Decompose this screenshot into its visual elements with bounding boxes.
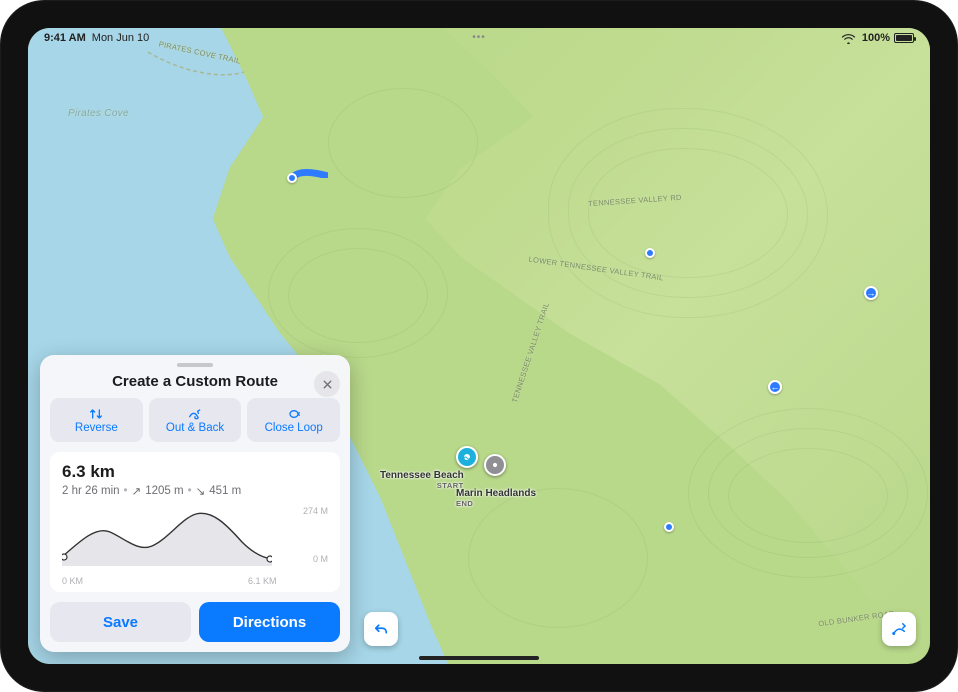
route-tools-row: Reverse Out & Back Close Loop — [50, 398, 340, 442]
close-icon — [322, 379, 333, 390]
screen: → ← Pirates Cove PIRATES COVE TRAIL TENN… — [28, 28, 930, 664]
elevation-chart-svg — [62, 506, 272, 566]
arrow-up-icon: ↗ — [132, 484, 142, 498]
out-and-back-button[interactable]: Out & Back — [149, 398, 242, 442]
card-title: Create a Custom Route — [112, 373, 278, 390]
route-options-icon — [890, 620, 908, 638]
arrow-down-icon: ↘ — [196, 484, 206, 498]
route-stats: 6.3 km 2 hr 26 min• ↗1205 m• ↘451 m 274 … — [50, 452, 340, 592]
home-indicator[interactable] — [419, 656, 539, 660]
route-options-button[interactable] — [882, 612, 916, 646]
ipad-frame: → ← Pirates Cove PIRATES COVE TRAIL TENN… — [0, 0, 958, 692]
start-pin[interactable] — [456, 446, 478, 468]
close-loop-icon — [286, 407, 302, 421]
action-row: Save Directions — [50, 602, 340, 642]
wifi-icon — [841, 33, 856, 44]
out-back-icon — [187, 407, 203, 421]
status-time: 9:41 AM — [44, 32, 86, 44]
route-detail: 2 hr 26 min• ↗1205 m• ↘451 m — [62, 484, 328, 498]
end-pin-label: Marin Headlands END — [456, 488, 536, 508]
battery-indicator: 100% — [862, 32, 914, 44]
close-button[interactable] — [314, 371, 340, 397]
route-direction-icon: ← — [768, 380, 782, 394]
undo-icon — [372, 620, 390, 638]
card-grabber[interactable] — [177, 363, 213, 367]
elevation-chart: 274 M 0 M 0 KM 6.1 KM — [62, 506, 328, 586]
save-button[interactable]: Save — [50, 602, 191, 642]
start-pin-label: Tennessee Beach START — [380, 470, 464, 490]
route-waypoint — [645, 248, 655, 258]
end-pin[interactable] — [484, 454, 506, 476]
reverse-icon — [88, 407, 104, 421]
water-label: Pirates Cove — [68, 108, 129, 119]
route-card: Create a Custom Route Reverse Out & Back… — [40, 355, 350, 652]
close-loop-button[interactable]: Close Loop — [247, 398, 340, 442]
route-waypoint — [664, 522, 674, 532]
status-date: Mon Jun 10 — [92, 32, 149, 44]
reverse-button[interactable]: Reverse — [50, 398, 143, 442]
undo-button[interactable] — [364, 612, 398, 646]
multitask-dots[interactable]: ••• — [472, 32, 486, 43]
route-distance: 6.3 km — [62, 462, 328, 482]
route-direction-icon: → — [864, 286, 878, 300]
route-waypoint — [287, 173, 297, 183]
directions-button[interactable]: Directions — [199, 602, 340, 642]
